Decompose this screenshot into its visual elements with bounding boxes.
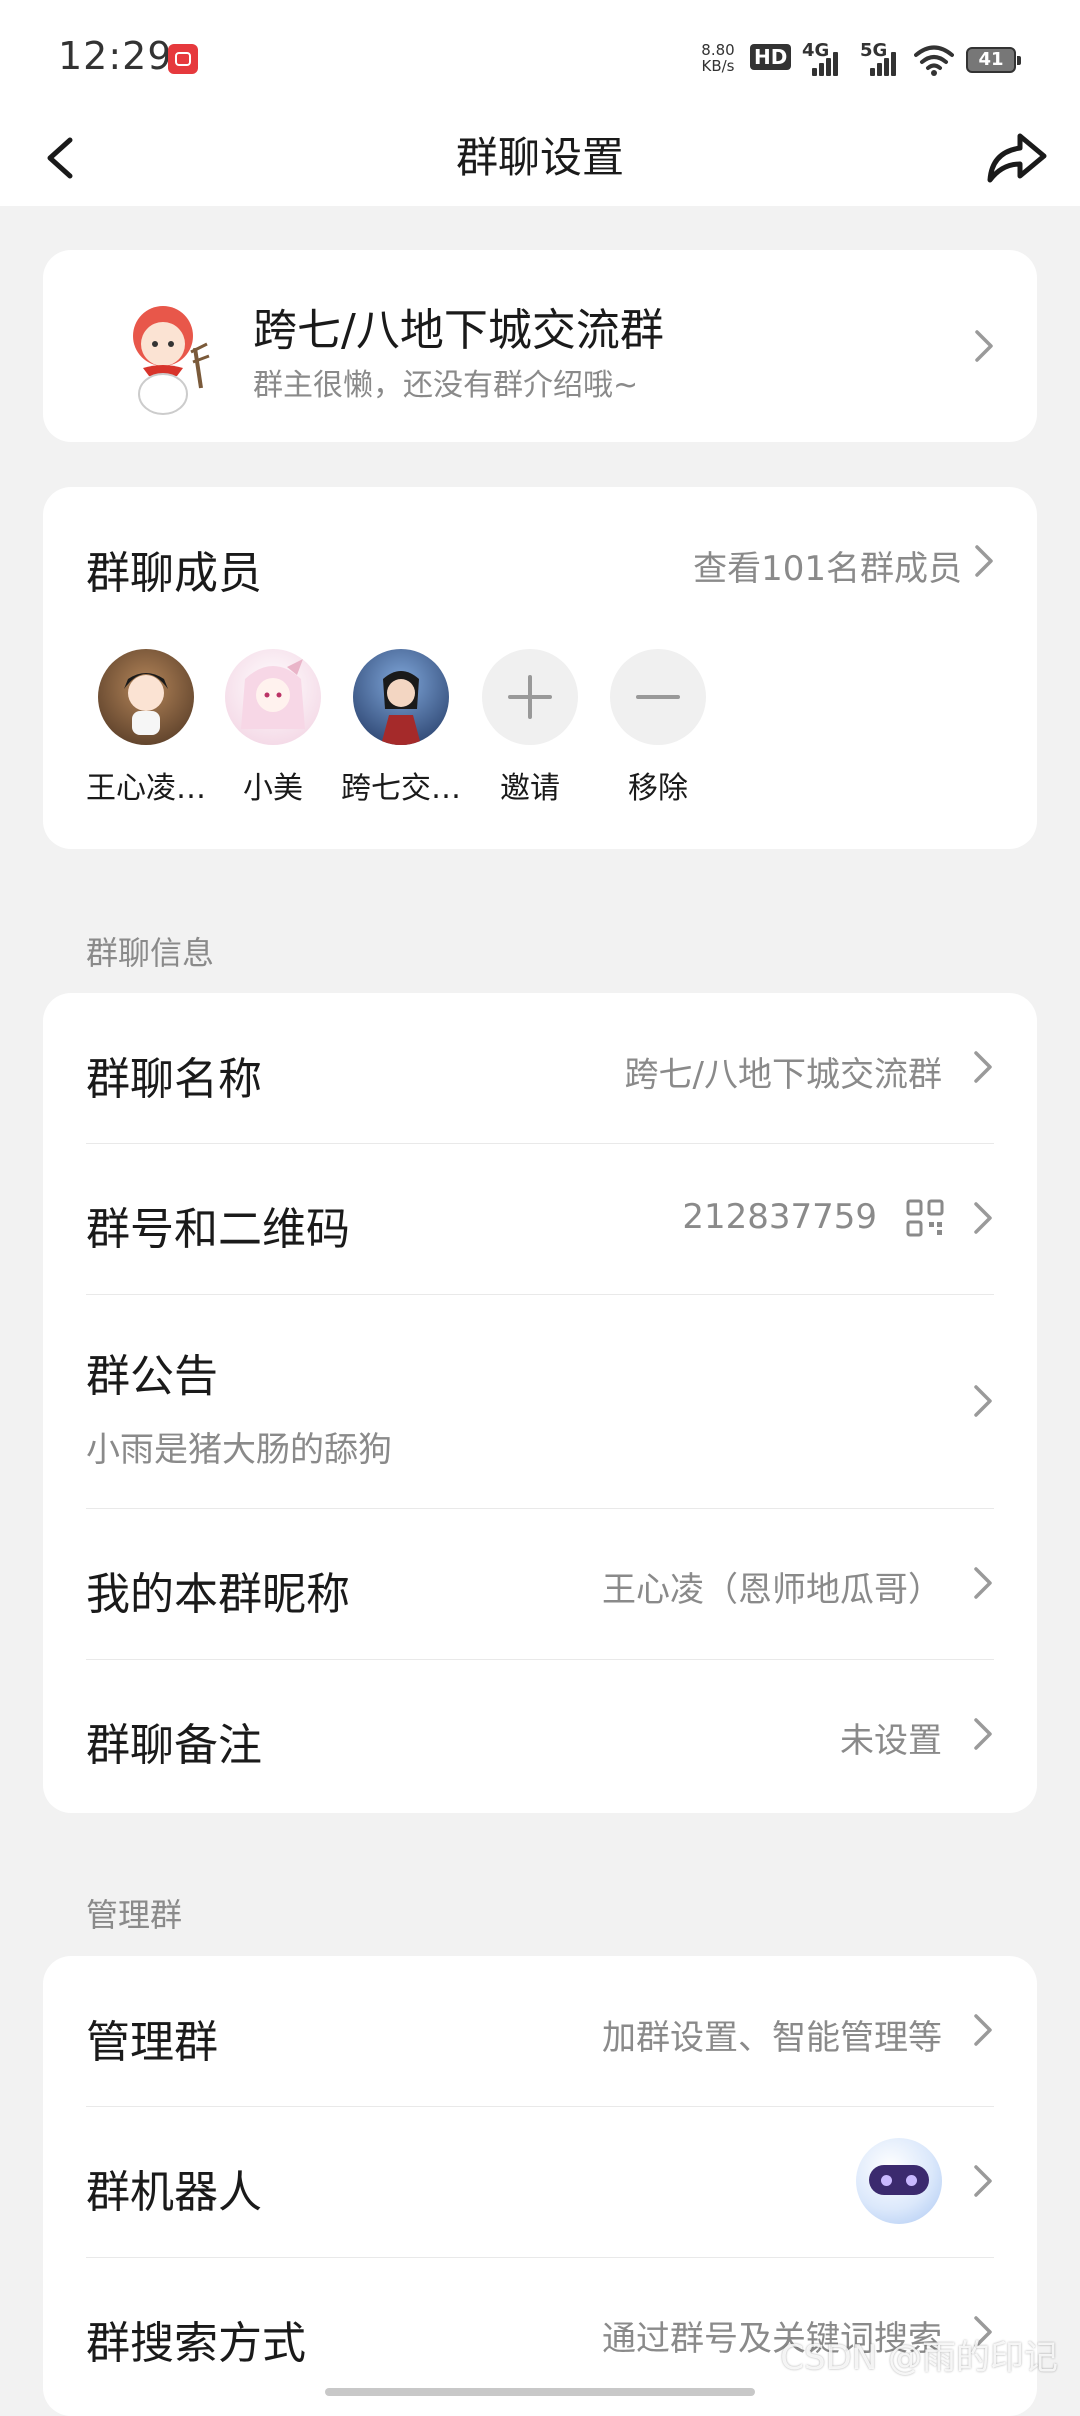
share-arrow-icon[interactable] [978, 120, 1054, 196]
signal-bars-icon [870, 52, 900, 76]
row-label: 群聊名称 [86, 1054, 262, 1105]
chevron-right-icon [973, 328, 995, 364]
net-speed-unit: KB/s [701, 57, 735, 75]
net-speed-value: 8.80 [701, 41, 735, 59]
row-group-name[interactable]: 群聊名称 跨七/八地下城交流群 [86, 993, 994, 1144]
chevron-right-icon [972, 1383, 994, 1419]
row-group-number-qrcode[interactable]: 群号和二维码 212837759 [86, 1143, 994, 1295]
battery-icon: 41 [966, 47, 1021, 73]
remove-label: 移除 [628, 771, 688, 806]
plus-icon [482, 649, 578, 745]
member-avatar [225, 649, 321, 745]
row-manage-group[interactable]: 管理群 加群设置、智能管理等 [86, 1956, 994, 2107]
top-area: 12:29 8.80 KB/s HD 4G 5G 41 群聊设置 [0, 0, 1080, 206]
chevron-right-icon [972, 1716, 994, 1752]
chevron-right-icon [972, 2012, 994, 2048]
row-value: 跨七/八地下城交流群 [624, 1055, 942, 1095]
row-my-group-nickname[interactable]: 我的本群昵称 王心凌（恩师地瓜哥） [86, 1508, 994, 1660]
group-name: 跨七/八地下城交流群 [253, 305, 664, 356]
member-name: 跨七交… [341, 771, 461, 806]
watermark: CSDN @雨的印记 [780, 2338, 1058, 2378]
minus-icon [610, 649, 706, 745]
page-title: 群聊设置 [455, 133, 624, 182]
status-bar: 12:29 8.80 KB/s HD 4G 5G 41 [0, 0, 1080, 118]
group-avatar [133, 306, 210, 415]
row-label: 群号和二维码 [86, 1204, 350, 1255]
row-value: 未设置 [840, 1721, 942, 1761]
hd-icon: HD [750, 44, 792, 70]
net-speed: 8.80 KB/s [696, 42, 740, 74]
members-card: 群聊成员 查看101名群成员 王心凌… 小美 跨七交… 邀请 移除 [43, 487, 1037, 849]
members-title: 群聊成员 [86, 548, 262, 599]
row-value: 加群设置、智能管理等 [602, 2018, 942, 2058]
signal-bars-icon [812, 52, 842, 76]
nav-bar: 群聊设置 [0, 110, 1080, 206]
home-indicator[interactable] [325, 2388, 755, 2396]
remove-member-button[interactable]: 移除 [583, 649, 733, 807]
group-profile-card[interactable]: 跨七/八地下城交流群 群主很懒，还没有群介绍哦~ [43, 250, 1037, 442]
wifi-icon [914, 45, 954, 76]
robot-icon [856, 2138, 942, 2224]
qr-code-icon [906, 1199, 944, 1237]
row-label: 群搜索方式 [86, 2318, 306, 2369]
back-arrow-icon[interactable] [30, 120, 100, 196]
row-label: 管理群 [86, 2017, 218, 2068]
row-group-notice[interactable]: 群公告 小雨是猪大肠的舔狗 [86, 1294, 994, 1509]
row-label: 群聊备注 [86, 1720, 262, 1771]
status-time: 12:29 [58, 34, 173, 78]
view-all-members-link[interactable]: 查看101名群成员 [693, 541, 962, 590]
row-group-remark[interactable]: 群聊备注 未设置 [86, 1659, 994, 1813]
group-description: 群主很懒，还没有群介绍哦~ [253, 368, 639, 403]
section-label-info: 群聊信息 [86, 934, 215, 972]
row-label: 我的本群昵称 [86, 1569, 350, 1620]
row-group-robot[interactable]: 群机器人 [86, 2106, 994, 2258]
row-label: 群机器人 [86, 2167, 262, 2218]
section-label-manage: 管理群 [86, 1896, 183, 1934]
member-item[interactable]: 跨七交… [326, 649, 476, 807]
row-value: 王心凌（恩师地瓜哥） [602, 1570, 942, 1610]
row-label: 群公告 [86, 1351, 218, 1402]
member-avatar [98, 649, 194, 745]
chevron-right-icon [972, 1565, 994, 1601]
chevron-right-icon [972, 2163, 994, 2199]
notice-preview: 小雨是猪大肠的舔狗 [86, 1430, 392, 1470]
row-value: 212837759 [682, 1197, 877, 1237]
chevron-right-icon[interactable] [973, 543, 995, 579]
notification-app-icon [168, 44, 198, 74]
group-info-card: 群聊名称 跨七/八地下城交流群 群号和二维码 212837759 群公告 小雨是… [43, 993, 1037, 1813]
chevron-right-icon [972, 1200, 994, 1236]
member-avatar [353, 649, 449, 745]
chevron-right-icon [972, 1049, 994, 1085]
